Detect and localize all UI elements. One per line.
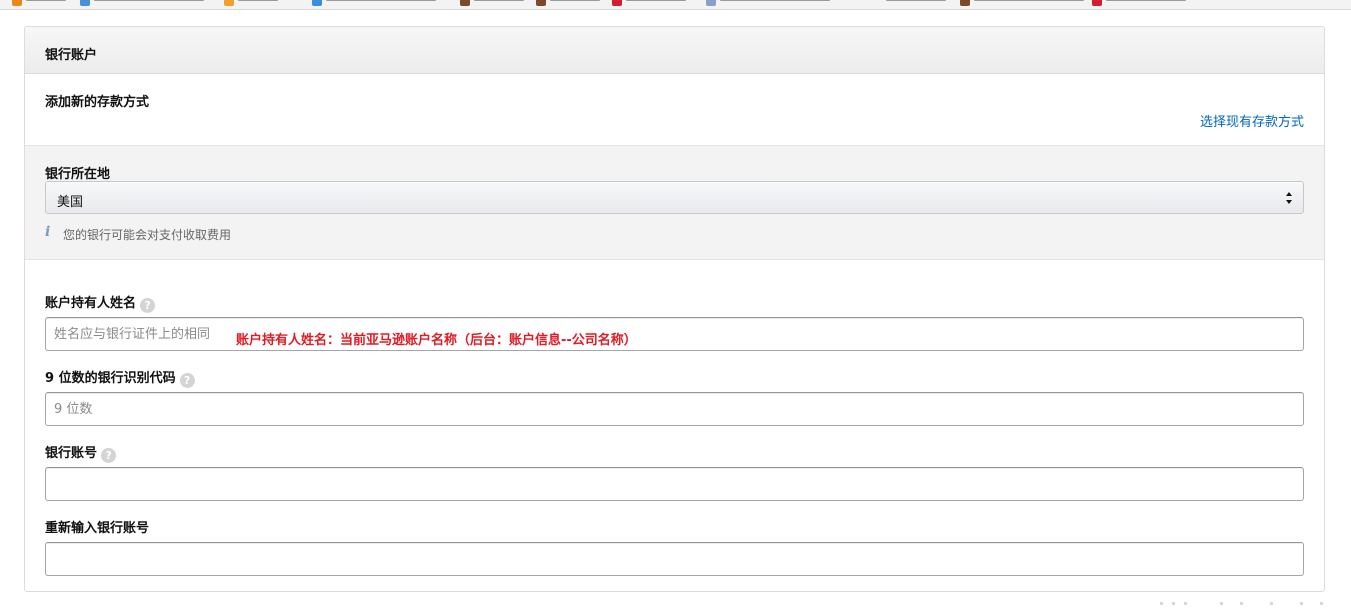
bookmark-icon[interactable] [312, 0, 322, 6]
add-deposit-method-title: 添加新的存款方式 [45, 95, 150, 110]
bookmark-icon[interactable] [12, 0, 22, 6]
bookmark-label[interactable] [886, 0, 946, 1]
bookmark-label[interactable] [974, 0, 1084, 1]
bank-country-section: 银行所在地 美国 i 您的银行可能会对支付收取费用 [25, 146, 1324, 260]
panel-title: 银行账户 [45, 48, 98, 63]
routing-number-input[interactable] [45, 392, 1304, 426]
bookmark-icon[interactable] [960, 0, 970, 6]
bookmark-icon[interactable] [80, 0, 90, 6]
question-circle-icon[interactable]: ? [140, 298, 156, 313]
account-number-label: 银行账号? [45, 442, 117, 463]
bookmark-icon[interactable] [224, 0, 234, 6]
bookmark-icon[interactable] [1092, 0, 1102, 6]
holder-name-input[interactable] [45, 317, 1304, 351]
bank-country-label: 银行所在地 [45, 167, 111, 182]
bookmark-label[interactable] [326, 0, 436, 1]
up-down-arrows-icon [1286, 192, 1292, 204]
holder-name-annotation: 账户持有人姓名：当前亚马逊账户名称（后台：账户信息--公司名称） [236, 333, 637, 348]
select-existing-method-link[interactable]: 选择现有存款方式 [1200, 111, 1304, 130]
routing-number-label-text: 9 位数的银行识别代码 [45, 371, 176, 386]
bookmarks-bar [0, 0, 1351, 10]
question-circle-icon[interactable]: ? [179, 373, 195, 388]
account-number-label-text: 银行账号 [45, 446, 98, 461]
bookmark-label[interactable] [1106, 0, 1186, 1]
bank-country-selected-value: 美国 [57, 195, 84, 210]
fee-info-text: 您的银行可能会对支付收取费用 [63, 228, 232, 242]
account-number-confirm-input[interactable] [45, 542, 1304, 576]
holder-name-label-text: 账户持有人姓名 [45, 296, 137, 311]
bank-country-select[interactable]: 美国 [45, 181, 1304, 214]
bookmark-label[interactable] [720, 0, 830, 1]
add-deposit-method-section: 添加新的存款方式 选择现有存款方式 [25, 74, 1324, 146]
bookmark-label[interactable] [474, 0, 524, 1]
panel-header: 银行账户 [25, 27, 1324, 74]
bookmark-label[interactable] [94, 0, 204, 1]
question-circle-icon[interactable]: ? [101, 448, 117, 463]
account-number-input[interactable] [45, 467, 1304, 501]
routing-number-label: 9 位数的银行识别代码? [45, 367, 195, 388]
bank-account-panel: 银行账户 添加新的存款方式 选择现有存款方式 银行所在地 美国 i 您的银行可能… [24, 26, 1325, 592]
bookmark-icon[interactable] [612, 0, 622, 6]
holder-name-label: 账户持有人姓名? [45, 292, 156, 313]
bookmark-label[interactable] [626, 0, 686, 1]
bookmark-label[interactable] [238, 0, 278, 1]
bookmark-icon[interactable] [460, 0, 470, 6]
watermark [1150, 596, 1350, 610]
bookmark-icon[interactable] [536, 0, 546, 6]
account-number-confirm-label: 重新输入银行账号 [45, 521, 150, 536]
bookmark-label[interactable] [26, 0, 66, 1]
bookmark-label[interactable] [550, 0, 600, 1]
bookmark-icon[interactable] [706, 0, 716, 6]
info-icon: i [45, 224, 51, 240]
